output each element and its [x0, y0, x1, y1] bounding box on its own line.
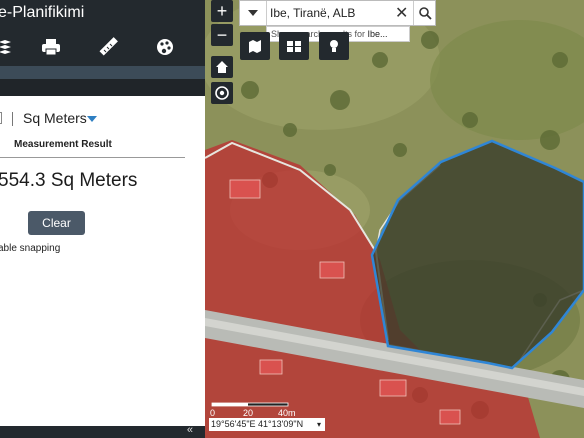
measurement-result-value: 554.3 Sq Meters	[0, 170, 138, 191]
scale-label-40m: 40m	[278, 408, 296, 418]
coordinates-text: 19°56'45"E 41°13'09"N	[211, 419, 304, 429]
layers-icon[interactable]	[0, 36, 16, 58]
chevron-down-icon	[248, 10, 258, 16]
search-input[interactable]	[270, 4, 398, 22]
zoom-in-button[interactable]: +	[211, 0, 233, 22]
basemap-button[interactable]	[240, 32, 270, 60]
ruler-icon[interactable]	[97, 36, 119, 58]
unit-checkbox[interactable]	[0, 112, 2, 124]
app-title: e-Planifikimi	[0, 4, 85, 21]
widget-header	[0, 79, 205, 96]
scale-label-20: 20	[243, 408, 254, 418]
enable-snapping-label[interactable]: able snapping	[0, 243, 60, 254]
collapse-icon[interactable]: «	[187, 424, 193, 436]
chevron-down-icon[interactable]	[87, 116, 97, 122]
chevron-down-icon[interactable]: ▾	[317, 418, 321, 431]
divider	[0, 157, 185, 158]
home-button[interactable]	[211, 56, 233, 78]
basemap-icon	[249, 40, 261, 53]
side-panel: e-Planifikimi Sq Meters Measurement Resu…	[0, 0, 205, 438]
bulb-icon	[330, 40, 338, 52]
locate-button[interactable]	[211, 82, 233, 104]
close-icon[interactable]: ✕	[395, 3, 408, 23]
search-source-dropdown[interactable]	[240, 1, 267, 25]
suggestion-term: Ibe...	[367, 29, 388, 39]
scale-label-0: 0	[210, 408, 216, 418]
grid-icon	[287, 41, 301, 52]
zoom-out-button[interactable]: −	[211, 24, 233, 46]
clear-button[interactable]: Clear	[28, 211, 85, 235]
panel-header: e-Planifikimi	[0, 0, 205, 30]
search-icon	[418, 6, 432, 20]
palette-icon[interactable]	[154, 36, 176, 58]
search-box: ✕	[239, 0, 436, 26]
panel-strip	[0, 66, 205, 79]
units-label[interactable]: Sq Meters	[23, 110, 87, 126]
coordinates-readout[interactable]: 19°56'45"E 41°13'09"N ▾	[209, 418, 325, 431]
units-separator	[12, 112, 13, 126]
tools-toolbar	[0, 30, 205, 66]
measurement-result-label: Measurement Result	[14, 139, 112, 150]
search-button[interactable]	[413, 1, 436, 25]
units-selector[interactable]: Sq Meters	[0, 108, 205, 130]
legend-button[interactable]	[319, 32, 349, 60]
home-icon	[216, 61, 228, 73]
panel-footer: «	[0, 424, 205, 438]
scale-bar: 0 20 40m	[210, 402, 310, 418]
locate-icon	[215, 86, 229, 100]
print-icon[interactable]	[40, 36, 62, 58]
grid-button[interactable]	[279, 32, 309, 60]
